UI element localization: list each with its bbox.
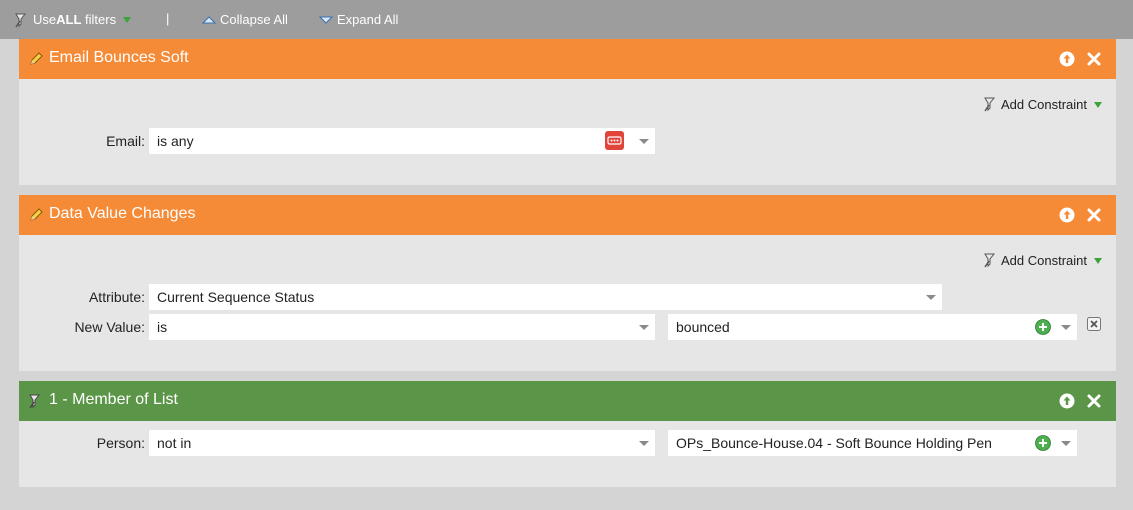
filter-panel-email-bounces-soft: Email Bounces Soft Add Constraint Email:… [19, 39, 1116, 185]
chevron-down-icon [639, 325, 649, 330]
panel-header: Email Bounces Soft [19, 39, 1116, 79]
use-all-filters-dropdown[interactable]: Use ALL filters [14, 0, 132, 39]
toolbar-separator: | [166, 11, 170, 26]
filter-panel-member-of-list: 1 - Member of List Person: not in OPs_Bo… [19, 381, 1116, 487]
new-value-operator-select[interactable]: is [149, 314, 655, 340]
add-value-icon[interactable] [1035, 319, 1051, 335]
new-value-select[interactable]: bounced [668, 314, 1077, 340]
more-icon [607, 136, 622, 145]
add-constraint-label: Add Constraint [1001, 96, 1087, 112]
add-constraint-button[interactable]: Add Constraint [983, 252, 1102, 268]
attribute-select[interactable]: Current Sequence Status [149, 284, 942, 310]
collapse-all-button[interactable]: Collapse All [202, 0, 288, 39]
panel-title: 1 - Member of List [49, 391, 178, 408]
chevron-down-icon [1061, 325, 1071, 330]
collapse-all-label: Collapse All [220, 12, 288, 27]
person-operator-select[interactable]: not in [149, 430, 655, 456]
filter-panel-data-value-changes: Data Value Changes Add Constraint Attrib… [19, 195, 1116, 371]
chevron-down-icon [926, 295, 936, 300]
move-up-icon[interactable] [1059, 51, 1075, 67]
pencil-icon [30, 208, 43, 221]
new-value-operator: is [157, 319, 168, 335]
filter-icon [29, 394, 41, 409]
list-value: OPs_Bounce-House.04 - Soft Bounce Holdin… [676, 435, 992, 451]
person-operator: not in [157, 435, 192, 451]
use-all-suffix: filters [81, 12, 117, 27]
filter-icon [984, 97, 996, 112]
collapse-icon [202, 15, 216, 23]
add-constraint-label: Add Constraint [1001, 252, 1087, 268]
chevron-down-icon [639, 441, 649, 446]
close-icon[interactable] [1086, 393, 1102, 409]
chevron-down-icon [1061, 441, 1071, 446]
move-up-icon[interactable] [1059, 393, 1075, 409]
new-value-label: New Value: [74, 319, 145, 335]
panel-title: Data Value Changes [49, 205, 196, 222]
list-select[interactable]: OPs_Bounce-House.04 - Soft Bounce Holdin… [668, 430, 1077, 456]
filter-icon [15, 13, 27, 27]
email-label: Email: [106, 133, 145, 149]
attribute-value: Current Sequence Status [157, 289, 315, 305]
move-up-icon[interactable] [1059, 207, 1075, 223]
close-icon[interactable] [1086, 51, 1102, 67]
panel-title: Email Bounces Soft [49, 49, 189, 66]
new-value-value: bounced [676, 319, 730, 335]
smart-list-values-icon[interactable] [605, 131, 624, 150]
remove-row-icon[interactable] [1087, 317, 1101, 331]
pencil-icon [30, 52, 43, 65]
chevron-down-icon [1094, 257, 1102, 264]
chevron-down-icon [123, 17, 132, 23]
filter-toolbar: Use ALL filters | Collapse All Expand Al… [0, 0, 1133, 39]
add-constraint-button[interactable]: Add Constraint [983, 96, 1102, 112]
use-all-prefix: Use [33, 12, 57, 27]
expand-all-label: Expand All [337, 12, 399, 27]
add-value-icon[interactable] [1035, 435, 1051, 451]
panel-header: 1 - Member of List [19, 381, 1116, 421]
email-operator-select[interactable]: is any [149, 128, 655, 154]
close-icon[interactable] [1086, 207, 1102, 223]
expand-all-button[interactable]: Expand All [319, 0, 398, 39]
attribute-label: Attribute: [88, 289, 145, 305]
panel-header: Data Value Changes [19, 195, 1116, 235]
person-label: Person: [96, 435, 145, 451]
email-operator-value: is any [157, 133, 194, 149]
filter-icon [984, 253, 996, 268]
expand-icon [319, 16, 333, 24]
use-all-bold: ALL [56, 12, 82, 27]
chevron-down-icon [1094, 101, 1102, 108]
chevron-down-icon [639, 139, 649, 144]
